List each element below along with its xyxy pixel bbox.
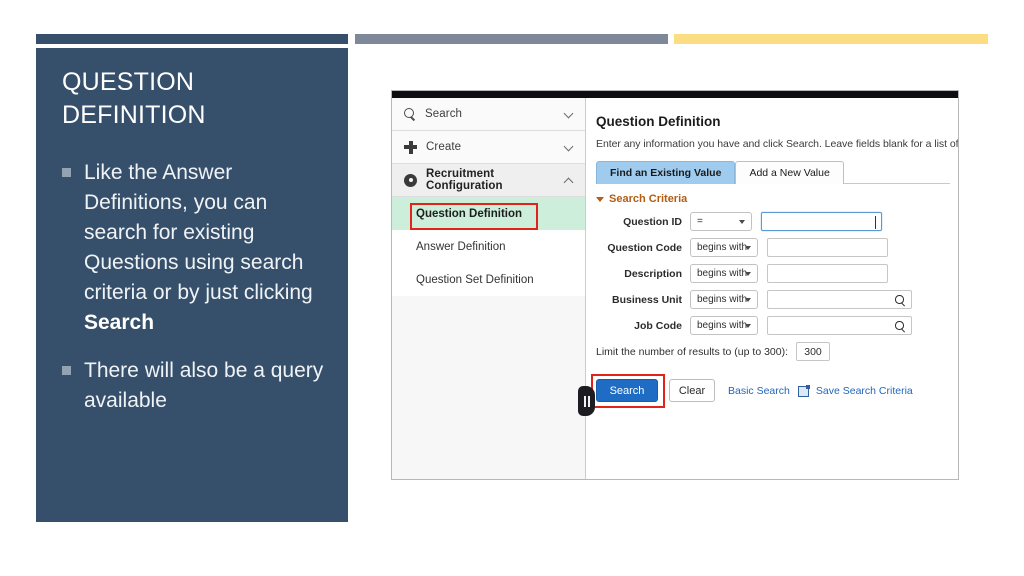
collapse-panel-handle[interactable] [578, 386, 595, 416]
search-input-question-code[interactable] [767, 238, 888, 257]
search-criteria-toggle[interactable]: Search Criteria [596, 193, 958, 205]
triangle-down-icon [596, 196, 604, 202]
field-row-description: Description begins with [596, 264, 958, 283]
chevron-down-icon [745, 246, 751, 250]
list-item: Like the Answer Definitions, you can sea… [62, 158, 326, 338]
gear-icon [404, 173, 417, 187]
chevron-up-icon[interactable] [564, 175, 575, 186]
accent-bar-gray [355, 34, 668, 44]
tab-bar: Find an Existing Value Add a New Value [596, 161, 958, 184]
chevron-down-icon [745, 272, 751, 276]
action-button-row: Search Clear Basic Search Save Search Cr… [591, 374, 958, 408]
sidebar-item-create[interactable]: Create [392, 131, 585, 164]
sidebar-item-label: Question Set Definition [416, 273, 534, 286]
panel-heading: Question Definition [596, 114, 721, 129]
accent-bar-navy [36, 34, 348, 44]
tab-bar-rule [843, 183, 950, 184]
bullet-text-part: Like the Answer Definitions, you can sea… [84, 161, 313, 305]
tab-label: Add a New Value [749, 167, 830, 179]
bullet-text: Like the Answer Definitions, you can sea… [84, 158, 326, 338]
result-limit-label: Limit the number of results to (up to 30… [596, 345, 789, 358]
field-row-question-code: Question Code begins with [596, 238, 958, 257]
operator-select-question-id[interactable]: = [690, 212, 752, 231]
bullet-square-icon [62, 366, 71, 376]
chevron-down-icon [739, 220, 745, 224]
chevron-down-icon [745, 324, 751, 328]
tab-add-a-new-value[interactable]: Add a New Value [735, 161, 844, 184]
sidebar-item-label: Question Definition [416, 207, 523, 220]
field-row-business-unit: Business Unit begins with [596, 290, 958, 309]
bullet-square-icon [62, 168, 71, 177]
search-criteria-form: Question ID = Question Code begins with [596, 212, 958, 335]
sidebar-item-answer-definition[interactable]: Answer Definition [392, 230, 585, 263]
search-button[interactable]: Search [596, 379, 658, 402]
operator-value: begins with [697, 294, 748, 305]
handle-bar-icon [587, 395, 590, 407]
basic-search-link[interactable]: Basic Search [728, 385, 790, 397]
field-label: Question ID [623, 215, 682, 228]
operator-select-business-unit[interactable]: begins with [690, 290, 758, 309]
text-cursor [875, 216, 876, 229]
handle-bar-icon [583, 395, 586, 407]
search-input-question-id[interactable] [761, 212, 882, 231]
bullet-text: There will also be a query available [84, 359, 324, 413]
tab-label: Find an Existing Value [610, 167, 722, 179]
operator-select-description[interactable]: begins with [690, 264, 758, 283]
tab-find-an-existing-value[interactable]: Find an Existing Value [596, 161, 736, 184]
clear-button[interactable]: Clear [669, 379, 715, 402]
search-input-business-unit[interactable] [767, 290, 912, 309]
operator-value: begins with [697, 320, 748, 331]
panel-description: Enter any information you have and click… [596, 138, 959, 150]
sidebar-item-question-definition[interactable]: Question Definition [392, 197, 585, 230]
result-limit-row: Limit the number of results to (up to 30… [596, 342, 958, 361]
accent-bar-gold [674, 34, 988, 44]
page-title: QUESTION DEFINITION [62, 68, 206, 129]
chevron-down-icon [745, 298, 751, 302]
search-criteria-label: Search Criteria [609, 193, 688, 205]
sidebar-item-label: Answer Definition [416, 240, 506, 253]
field-row-job-code: Job Code begins with [596, 316, 958, 335]
operator-value: begins with [697, 242, 748, 253]
operator-value: begins with [697, 268, 748, 279]
presentation-slide: QUESTION DEFINITION Like the Answer Defi… [0, 0, 1024, 576]
sidebar-item-label: Create [426, 141, 462, 153]
field-label: Description [624, 267, 682, 280]
field-label: Question Code [607, 241, 682, 254]
operator-select-question-code[interactable]: begins with [690, 238, 758, 257]
operator-value: = [697, 216, 703, 227]
app-sidebar: Search Create Recruitment Configuration … [392, 98, 586, 479]
sidebar-item-question-set-definition[interactable]: Question Set Definition [392, 263, 585, 296]
search-icon [404, 108, 416, 120]
field-label: Job Code [634, 319, 682, 332]
save-criteria-icon[interactable] [797, 384, 810, 397]
list-item: There will also be a query available [62, 356, 326, 416]
chevron-down-icon[interactable] [564, 109, 575, 120]
lookup-search-icon[interactable] [895, 295, 905, 305]
bullet-list: Like the Answer Definitions, you can sea… [62, 158, 326, 416]
app-main-panel: Question Definition Enter any informatio… [587, 98, 959, 479]
search-input-description[interactable] [767, 264, 888, 283]
sidebar-item-search[interactable]: Search [392, 98, 585, 131]
save-search-criteria-link[interactable]: Save Search Criteria [816, 385, 913, 397]
slide-text-panel: QUESTION DEFINITION Like the Answer Defi… [36, 48, 348, 522]
chevron-down-icon[interactable] [564, 142, 575, 153]
embedded-app-screenshot: Search Create Recruitment Configuration … [391, 90, 959, 480]
operator-select-job-code[interactable]: begins with [690, 316, 758, 335]
field-label: Business Unit [611, 293, 682, 306]
plus-icon [404, 140, 417, 154]
bullet-text-bold: Search [84, 311, 155, 335]
sidebar-item-label: Recruitment Configuration [426, 168, 503, 192]
lookup-search-icon[interactable] [895, 321, 905, 331]
sidebar-item-label: Search [425, 108, 463, 120]
app-title-band [392, 91, 958, 98]
search-input-job-code[interactable] [767, 316, 912, 335]
sidebar-item-recruitment-configuration[interactable]: Recruitment Configuration [392, 164, 585, 197]
result-limit-input[interactable]: 300 [796, 342, 831, 361]
field-row-question-id: Question ID = [596, 212, 958, 231]
